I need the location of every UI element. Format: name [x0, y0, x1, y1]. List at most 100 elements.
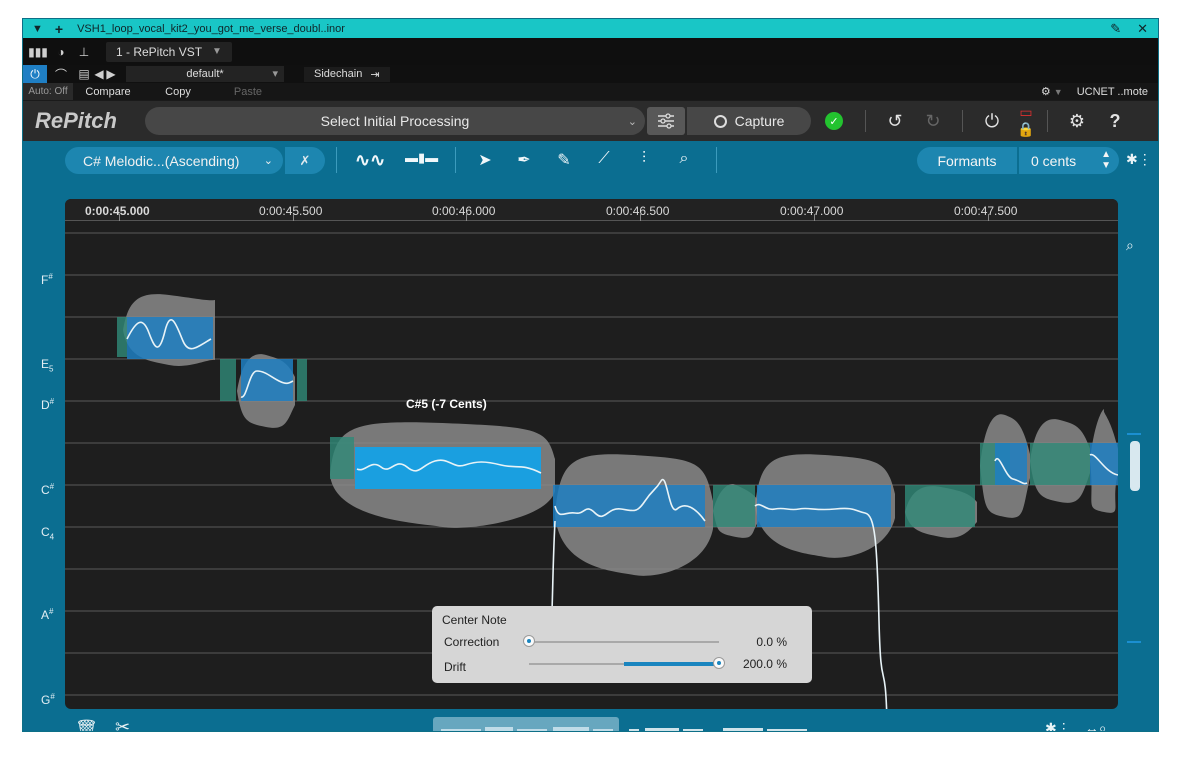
pitch-curve-view-icon[interactable]: ∿∿ — [355, 150, 385, 171]
zoom-tool-icon[interactable]: ⌕ — [670, 150, 698, 168]
next-preset-icon[interactable]: ▶ — [106, 66, 116, 82]
drift-slider-knob[interactable] — [713, 657, 725, 669]
gear-icon[interactable]: ⚙ ▼ — [1041, 85, 1063, 98]
dial-icon[interactable]: ◑ — [53, 44, 69, 60]
host-toolbar: ▮▮▮ ◑ ⊥ 1 - RePitch VST ▼ — [23, 38, 1158, 65]
timeline-tick-label: 0:00:47.500 — [954, 204, 1018, 218]
scale-bypass-button[interactable]: ✗ — [285, 147, 325, 174]
capture-label: Capture — [734, 113, 785, 129]
note-axis-label: C# — [41, 482, 55, 497]
correction-slider-knob[interactable] — [523, 635, 535, 647]
timeline-tick-label: 0:00:47.000 — [780, 204, 844, 218]
selected-note-label: C#5 (-7 Cents) — [406, 397, 487, 411]
title-bar: ▼ + VSH1_loop_vocal_kit2_you_got_me_vers… — [23, 19, 1158, 38]
vertical-zoom-icon[interactable]: ⌕ — [1126, 237, 1134, 254]
processing-select[interactable]: Select Initial Processing ⌄ — [145, 107, 645, 135]
close-icon[interactable]: ✕ — [1137, 21, 1148, 37]
horizontal-zoom-icon[interactable]: ↔⌕ — [1085, 720, 1107, 731]
note-axis-label: C4 — [41, 525, 55, 542]
pin-icon[interactable]: ✎ — [1110, 21, 1121, 37]
triangle-down-icon[interactable]: ▼ — [32, 23, 43, 35]
note-block[interactable] — [127, 317, 213, 359]
center-note-panel: Center Note Correction 0.0 % Drift 200.0… — [432, 606, 812, 683]
overview-scroller[interactable] — [433, 717, 813, 731]
file-icon[interactable]: ▤ — [76, 66, 92, 82]
power-icon[interactable]: ⏻ — [977, 111, 1007, 132]
note-segment-teal[interactable] — [1030, 443, 1090, 485]
compare-button[interactable]: Compare — [73, 86, 143, 98]
formant-zoom-icon[interactable]: ✱⋮ — [1126, 151, 1152, 168]
plugin-slot-select[interactable]: 1 - RePitch VST ▼ — [106, 41, 232, 62]
redo-icon[interactable]: ↻ — [918, 111, 948, 132]
trash-icon[interactable]: 🗑 — [75, 719, 98, 731]
brush-tool-icon[interactable]: ✒ — [510, 150, 538, 170]
mixer-settings-button[interactable] — [647, 107, 685, 135]
chevron-down-icon: ⌄ — [263, 155, 273, 167]
plus-icon[interactable]: + — [55, 21, 63, 37]
locked-record-icon[interactable]: ▭🔒 — [1011, 104, 1041, 138]
power-button[interactable]: ⏻ — [23, 65, 47, 83]
help-icon[interactable]: ? — [1100, 111, 1130, 132]
remote-label[interactable]: UCNET ..mote — [1077, 86, 1148, 98]
capture-button[interactable]: Capture — [687, 107, 811, 135]
note-block[interactable] — [1090, 443, 1118, 485]
automation-icon[interactable]: ⌒ — [53, 66, 69, 82]
note-segment-teal[interactable] — [713, 485, 755, 527]
timeline-tick-label: 0:00:45.500 — [259, 204, 323, 218]
timeline-tick-label: 0:00:46.000 — [432, 204, 496, 218]
split-tool-icon[interactable]: ⫶ — [630, 150, 658, 168]
routing-icon[interactable]: ⊥ — [76, 44, 92, 60]
timeline-tick-label: 0:00:46.500 — [606, 204, 670, 218]
host-preset-bar: ⏻ ⌒ ▤ ◀ ▶ default* Sidechain ⇥ — [23, 65, 1158, 83]
pitch-curve — [551, 520, 556, 612]
undo-icon[interactable]: ↺ — [880, 111, 910, 132]
timeline-tick-mark — [640, 214, 641, 221]
mode-bar: C# Melodic...(Ascending) ⌄ ✗ ∿∿ ▬▮▬ ➤ ✒ … — [23, 141, 1158, 179]
scroll-marker-top — [1127, 433, 1141, 435]
sliders-icon — [658, 113, 674, 129]
line-tool-icon[interactable]: ⟋ — [590, 150, 618, 168]
vertical-scrollbar-thumb[interactable] — [1130, 441, 1140, 491]
tuning-fork-off-icon: ✗ — [299, 152, 311, 168]
cents-value: 0 cents — [1031, 152, 1077, 169]
spin-arrows-icon[interactable]: ▲ ▼ — [1101, 149, 1111, 171]
note-segment-teal[interactable] — [117, 317, 127, 357]
note-segment-teal[interactable] — [905, 485, 975, 527]
note-block[interactable] — [241, 359, 293, 401]
overview-visible-window[interactable] — [433, 717, 619, 731]
prev-preset-icon[interactable]: ◀ — [94, 66, 104, 82]
timeline-ruler[interactable]: 0:00:45.000 0:00:45.500 0:00:46.000 0:00:46… — [65, 199, 1118, 221]
plugin-window: ▼ + VSH1_loop_vocal_kit2_you_got_me_vers… — [22, 18, 1159, 732]
bars-icon[interactable]: ▮▮▮ — [28, 44, 48, 60]
sidechain-button[interactable]: Sidechain ⇥ — [304, 66, 390, 82]
repitch-logo: RePitch — [35, 108, 117, 133]
timeline-tick-mark — [988, 214, 989, 221]
preset-select[interactable]: default* — [126, 66, 284, 82]
waveform-view-icon[interactable]: ▬▮▬ — [405, 150, 438, 166]
separate-icon[interactable]: ✂ — [115, 717, 130, 731]
note-axis-label: F# — [41, 272, 53, 287]
sidechain-label: Sidechain — [314, 67, 363, 80]
copy-button[interactable]: Copy — [143, 86, 213, 98]
cents-spinbox[interactable]: 0 cents ▲ ▼ — [1019, 147, 1119, 174]
check-status-icon: ✓ — [825, 112, 843, 130]
sidechain-icon: ⇥ — [370, 68, 380, 81]
correction-slider-track[interactable] — [529, 641, 719, 643]
correction-label: Correction — [444, 635, 500, 649]
auto-off-button[interactable]: Auto: Off — [23, 83, 73, 100]
note-segment-teal[interactable] — [297, 359, 307, 401]
formants-button[interactable]: Formants — [917, 147, 1017, 174]
note-segment-teal[interactable] — [220, 359, 236, 401]
drift-value: 200.0 % — [742, 657, 787, 671]
scale-select[interactable]: C# Melodic...(Ascending) ⌄ — [65, 147, 283, 174]
scale-label: C# Melodic...(Ascending) — [83, 152, 240, 169]
timeline-tick-mark — [814, 214, 815, 221]
settings-gear-icon[interactable]: ⚙ — [1062, 111, 1092, 132]
note-segment-teal[interactable] — [330, 437, 354, 479]
formant-toggle-icon[interactable]: ✱⋮ — [1045, 720, 1071, 731]
pitch-editor: C# Melodic...(Ascending) ⌄ ✗ ∿∿ ▬▮▬ ➤ ✒ … — [23, 141, 1158, 731]
pointer-tool-icon[interactable]: ➤ — [471, 150, 499, 170]
pencil-tool-icon[interactable]: ✎ — [550, 150, 578, 170]
timeline-tick-mark — [466, 214, 467, 221]
timeline-tick-mark — [293, 214, 294, 221]
